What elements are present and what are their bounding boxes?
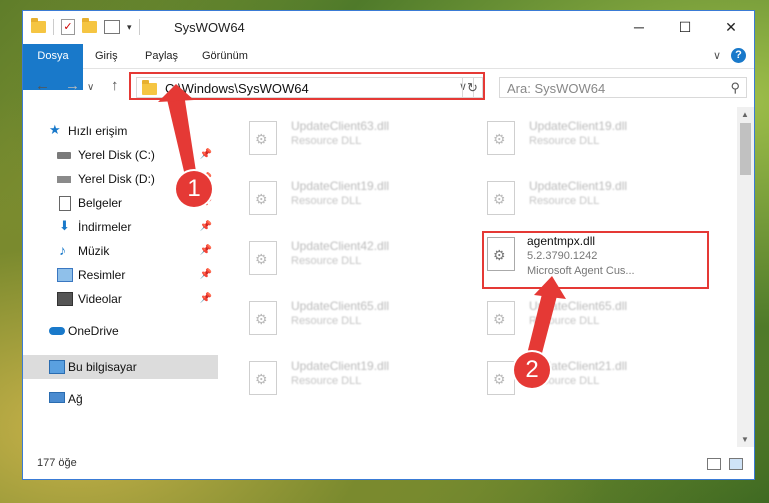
callout-badge-1: 1	[176, 171, 212, 207]
arrow-2-head	[534, 276, 566, 299]
arrow-2-shaft	[527, 290, 558, 357]
arrow-1-head	[158, 84, 194, 102]
callout-badge-2: 2	[514, 352, 550, 388]
arrow-1-shaft	[166, 94, 197, 180]
annotation-arrows	[158, 84, 566, 357]
